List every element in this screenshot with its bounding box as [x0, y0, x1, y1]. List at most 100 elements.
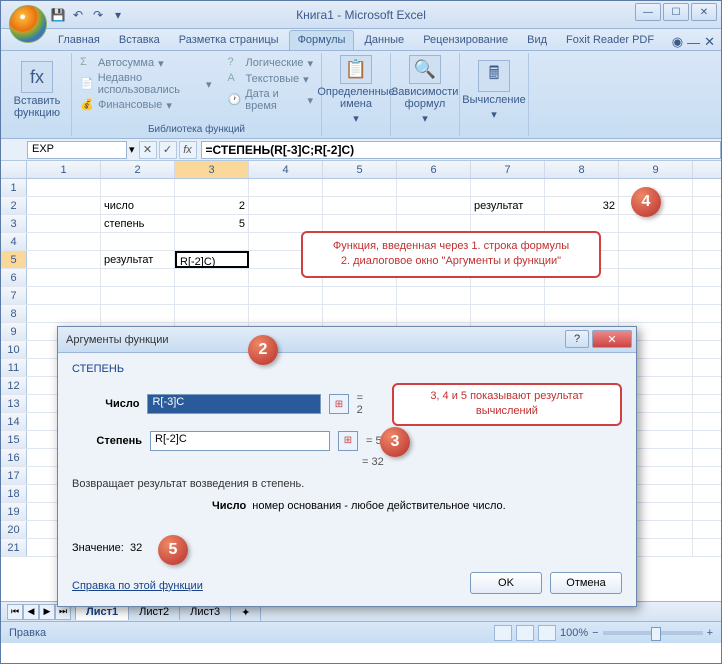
row-header[interactable]: 3	[1, 215, 27, 232]
row-header[interactable]: 11	[1, 359, 27, 376]
zoom-slider[interactable]	[603, 631, 703, 635]
cell[interactable]	[27, 251, 101, 268]
cell[interactable]	[175, 287, 249, 304]
row-header[interactable]: 8	[1, 305, 27, 322]
cancel-button[interactable]: Отмена	[550, 572, 622, 594]
text-button[interactable]: AТекстовые ▾	[226, 71, 315, 87]
name-box[interactable]: EXP	[27, 141, 127, 159]
namebox-dropdown-icon[interactable]: ▾	[129, 143, 135, 156]
cell[interactable]	[175, 179, 249, 196]
close-button[interactable]: ✕	[691, 3, 717, 21]
minimize-button[interactable]: —	[635, 3, 661, 21]
view-normal-icon[interactable]	[494, 625, 512, 641]
row-header[interactable]: 18	[1, 485, 27, 502]
dialog-close-button[interactable]: ✕	[592, 330, 632, 348]
cell[interactable]	[323, 197, 397, 214]
cell[interactable]	[545, 179, 619, 196]
cell[interactable]	[27, 197, 101, 214]
row-header[interactable]: 15	[1, 431, 27, 448]
cell[interactable]	[471, 179, 545, 196]
help-link[interactable]: Справка по этой функции	[72, 580, 203, 592]
zoom-in-icon[interactable]: +	[707, 627, 713, 639]
tab-view[interactable]: Вид	[518, 30, 556, 50]
recent-button[interactable]: 📄Недавно использовались ▾	[78, 71, 214, 97]
cell[interactable]	[471, 215, 545, 232]
tab-data[interactable]: Данные	[355, 30, 413, 50]
tab-formulas[interactable]: Формулы	[289, 30, 355, 50]
cell[interactable]	[27, 287, 101, 304]
cell[interactable]	[27, 215, 101, 232]
row-header[interactable]: 19	[1, 503, 27, 520]
arg2-input[interactable]: R[-2]C	[150, 431, 330, 451]
row-header[interactable]: 4	[1, 233, 27, 250]
save-icon[interactable]: 💾	[49, 6, 67, 24]
autosum-button[interactable]: ΣАвтосумма ▾	[78, 55, 214, 71]
cell[interactable]	[397, 197, 471, 214]
cell[interactable]	[175, 269, 249, 286]
cell[interactable]	[619, 305, 693, 322]
cell[interactable]	[175, 233, 249, 250]
cell[interactable]	[101, 305, 175, 322]
cell[interactable]: 5	[175, 215, 249, 232]
cell[interactable]	[545, 305, 619, 322]
cell[interactable]	[101, 269, 175, 286]
cell[interactable]	[101, 233, 175, 250]
cell[interactable]	[397, 215, 471, 232]
zoom-level[interactable]: 100%	[560, 627, 588, 639]
undo-icon[interactable]: ↶	[69, 6, 87, 24]
row-header[interactable]: 20	[1, 521, 27, 538]
zoom-out-icon[interactable]: −	[592, 627, 598, 639]
tab-nav-prev-icon[interactable]: ◀	[23, 604, 39, 620]
cell[interactable]	[249, 305, 323, 322]
tab-foxit[interactable]: Foxit Reader PDF	[557, 30, 663, 50]
arg2-ref-button[interactable]: ⊞	[338, 431, 358, 451]
cell[interactable]	[323, 179, 397, 196]
cell[interactable]	[323, 305, 397, 322]
col-header[interactable]: 1	[27, 161, 101, 178]
cell[interactable]	[619, 269, 693, 286]
cell[interactable]	[545, 287, 619, 304]
select-all-corner[interactable]	[1, 161, 27, 178]
row-header[interactable]: 7	[1, 287, 27, 304]
col-header[interactable]: 6	[397, 161, 471, 178]
cell[interactable]	[397, 179, 471, 196]
view-pagebreak-icon[interactable]	[538, 625, 556, 641]
view-layout-icon[interactable]	[516, 625, 534, 641]
calculation-button[interactable]: 🖩 Вычисление ▾	[466, 55, 522, 125]
cell[interactable]	[471, 287, 545, 304]
cell[interactable]	[619, 215, 693, 232]
cell[interactable]	[101, 179, 175, 196]
cell[interactable]: степень	[101, 215, 175, 232]
cell[interactable]	[545, 215, 619, 232]
cell[interactable]	[619, 233, 693, 250]
cancel-formula-icon[interactable]: ✕	[139, 141, 157, 159]
qat-dropdown-icon[interactable]: ▾	[109, 6, 127, 24]
accept-formula-icon[interactable]: ✓	[159, 141, 177, 159]
cell[interactable]	[471, 305, 545, 322]
ribbon-minimize-icon[interactable]: —	[687, 35, 700, 50]
row-header[interactable]: 6	[1, 269, 27, 286]
tab-nav-next-icon[interactable]: ▶	[39, 604, 55, 620]
tab-layout[interactable]: Разметка страницы	[170, 30, 288, 50]
row-header[interactable]: 13	[1, 395, 27, 412]
row-header[interactable]: 16	[1, 449, 27, 466]
cell[interactable]	[27, 233, 101, 250]
cell[interactable]	[397, 287, 471, 304]
cell[interactable]: 2	[175, 197, 249, 214]
maximize-button[interactable]: ☐	[663, 3, 689, 21]
row-header[interactable]: 12	[1, 377, 27, 394]
defined-names-button[interactable]: 📋 Определенные имена ▾	[328, 55, 384, 125]
cell[interactable]	[27, 269, 101, 286]
cell[interactable]: результат	[101, 251, 175, 268]
logical-button[interactable]: ?Логические ▾	[226, 55, 315, 71]
cell[interactable]	[27, 305, 101, 322]
col-header[interactable]: 2	[101, 161, 175, 178]
col-header[interactable]: 7	[471, 161, 545, 178]
cell[interactable]	[397, 305, 471, 322]
cell[interactable]	[323, 215, 397, 232]
row-header[interactable]: 1	[1, 179, 27, 196]
col-header[interactable]: 4	[249, 161, 323, 178]
tab-insert[interactable]: Вставка	[110, 30, 169, 50]
row-header[interactable]: 10	[1, 341, 27, 358]
redo-icon[interactable]: ↷	[89, 6, 107, 24]
